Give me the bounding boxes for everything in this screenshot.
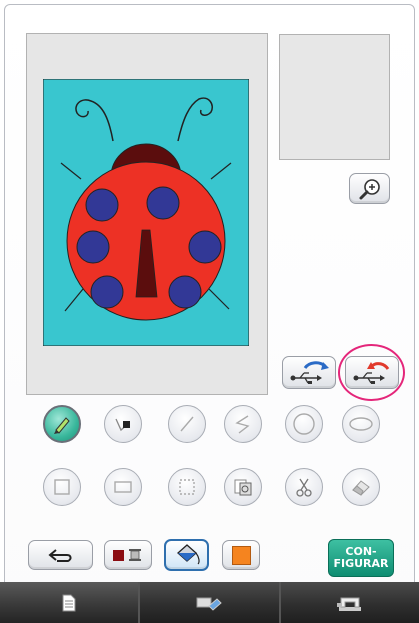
square-tool-button[interactable] [43,468,81,506]
usb-save-icon [290,360,329,384]
spot [146,186,180,220]
spot [85,188,119,222]
ellipse-icon [349,417,373,431]
rectangle-icon [114,481,132,493]
area-color-swatch [231,545,251,565]
magnifier-plus-icon [359,178,380,199]
spot [76,230,110,264]
undo-arrow-icon [47,549,71,562]
drawing-area[interactable] [26,33,268,395]
dotted-select-icon [179,479,195,495]
line-color-button[interactable] [104,540,152,570]
pencil-icon [54,417,70,434]
eraser-tab-icon [196,597,223,611]
back-button[interactable] [28,540,93,570]
thread-spool-icon [129,549,141,561]
spot [90,275,124,309]
circle-tool-button[interactable] [285,405,323,443]
paint-bucket-icon [176,544,200,565]
straight-line-button[interactable] [168,405,206,443]
line-color-swatch [113,549,124,561]
spot [168,275,202,309]
select-area-button[interactable] [168,468,206,506]
usb-save-button[interactable] [282,356,336,389]
zoom-button[interactable] [349,173,390,204]
rectangle-tool-button[interactable] [104,468,142,506]
document-icon [62,594,76,611]
line-type-icon [115,418,130,432]
ladybug-drawing [43,79,249,346]
straight-line-icon [180,416,194,432]
scissors-icon [296,478,312,497]
tab-page[interactable] [0,582,139,623]
highlight-ring [338,344,405,401]
area-color-button[interactable] [222,540,260,570]
eraser-tool-button[interactable] [342,468,380,506]
config-button[interactable]: CON- FIGURAR [328,539,394,577]
pen-tool-button[interactable] [43,405,81,443]
config-label-line2: FIGURAR [333,557,389,570]
tab-sewing[interactable] [280,582,419,623]
stamp-tool-button[interactable] [224,468,262,506]
scissors-tool-button[interactable] [285,468,323,506]
line-type-button[interactable] [104,405,142,443]
zigzag-line-icon [235,415,250,434]
tab-tools[interactable] [140,582,279,623]
preview-area [279,34,390,160]
zigzag-line-button[interactable] [224,405,262,443]
sewing-machine-icon [336,597,361,611]
circle-icon [293,413,315,435]
eraser-icon [352,480,370,496]
square-icon [54,479,70,495]
fill-button[interactable] [164,539,209,571]
spot [188,230,222,264]
stamp-icon [234,479,252,496]
ellipse-tool-button[interactable] [342,405,380,443]
bottom-tab-bar [0,582,419,623]
